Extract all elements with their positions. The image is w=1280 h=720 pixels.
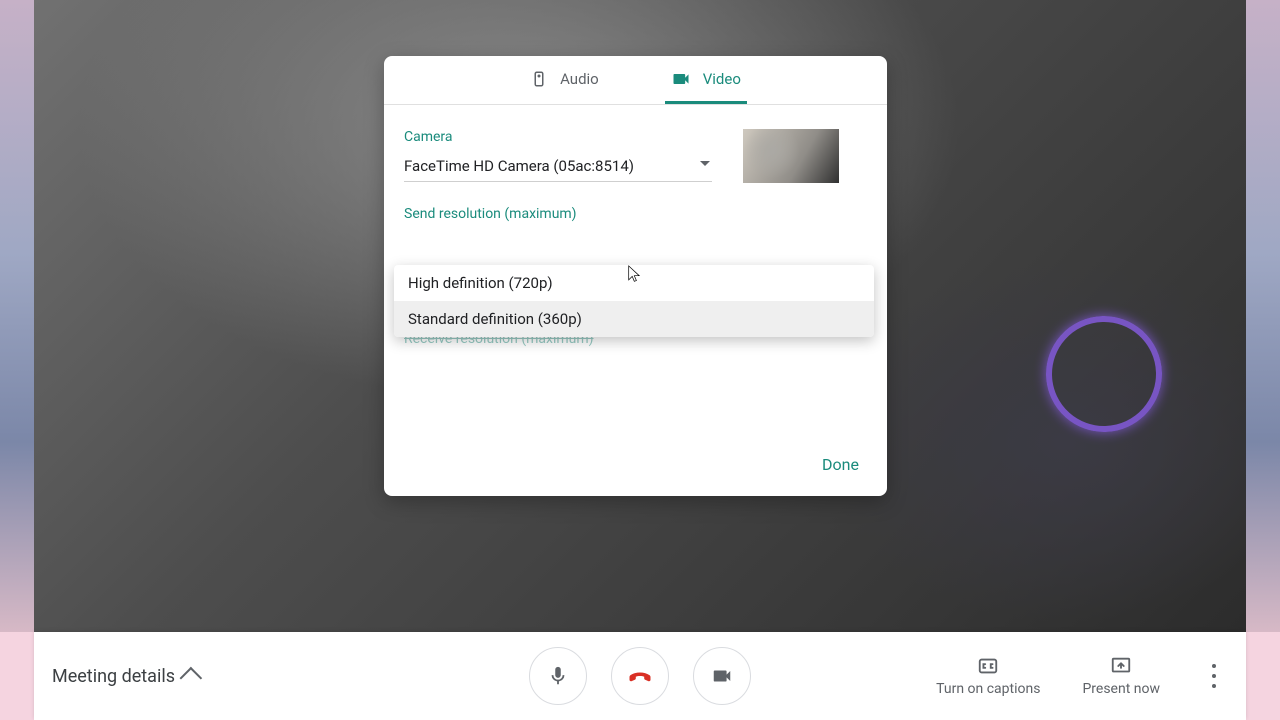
done-button[interactable]: Done: [822, 455, 859, 474]
mute-button[interactable]: [529, 647, 587, 705]
send-option-360p[interactable]: Standard definition (360p): [394, 301, 874, 337]
send-option-720p[interactable]: High definition (720p): [394, 265, 874, 301]
dot-icon: [1212, 684, 1216, 688]
camera-select[interactable]: FaceTime HD Camera (05ac:8514): [404, 153, 712, 182]
meeting-details-button[interactable]: Meeting details: [52, 632, 201, 720]
settings-dialog: Audio Video Camera FaceTime HD Camera (0…: [384, 56, 887, 496]
send-resolution-label: Send resolution (maximum): [404, 206, 867, 222]
video-icon: [671, 69, 691, 89]
camera-value: FaceTime HD Camera (05ac:8514): [404, 157, 634, 175]
dot-icon: [1212, 674, 1216, 678]
center-controls: [529, 647, 751, 705]
camera-toggle-button[interactable]: [693, 647, 751, 705]
right-controls: Turn on captions Present now: [936, 632, 1226, 720]
send-resolution-group: Send resolution (maximum): [404, 206, 867, 222]
settings-tabs: Audio Video: [384, 56, 887, 105]
send-resolution-dropdown: High definition (720p) Standard definiti…: [394, 265, 874, 337]
video-icon: [711, 665, 733, 687]
left-border: [0, 0, 34, 632]
mic-ring-deco: [1030, 300, 1179, 449]
speaker-icon: [530, 70, 548, 88]
hangup-button[interactable]: [611, 647, 669, 705]
phone-hangup-icon: [626, 662, 654, 690]
right-border: [1246, 0, 1280, 632]
captions-icon: [977, 655, 999, 677]
camera-preview: [743, 129, 839, 183]
tab-video[interactable]: Video: [665, 56, 747, 104]
tab-audio-label: Audio: [560, 70, 599, 88]
more-options-button[interactable]: [1202, 662, 1226, 690]
call-bar: Meeting details Turn on captio: [34, 632, 1246, 720]
captions-button[interactable]: Turn on captions: [936, 655, 1040, 697]
tab-audio[interactable]: Audio: [524, 56, 605, 104]
present-icon: [1110, 655, 1132, 677]
chevron-down-icon: [700, 161, 710, 166]
dot-icon: [1212, 664, 1216, 668]
chevron-up-icon: [180, 667, 203, 690]
present-button[interactable]: Present now: [1082, 655, 1160, 697]
microphone-icon: [547, 665, 569, 687]
settings-body: Camera FaceTime HD Camera (05ac:8514) Se…: [384, 105, 887, 496]
present-label: Present now: [1082, 681, 1160, 697]
tab-video-label: Video: [703, 70, 741, 88]
meeting-details-label: Meeting details: [52, 666, 175, 687]
captions-label: Turn on captions: [936, 681, 1040, 697]
